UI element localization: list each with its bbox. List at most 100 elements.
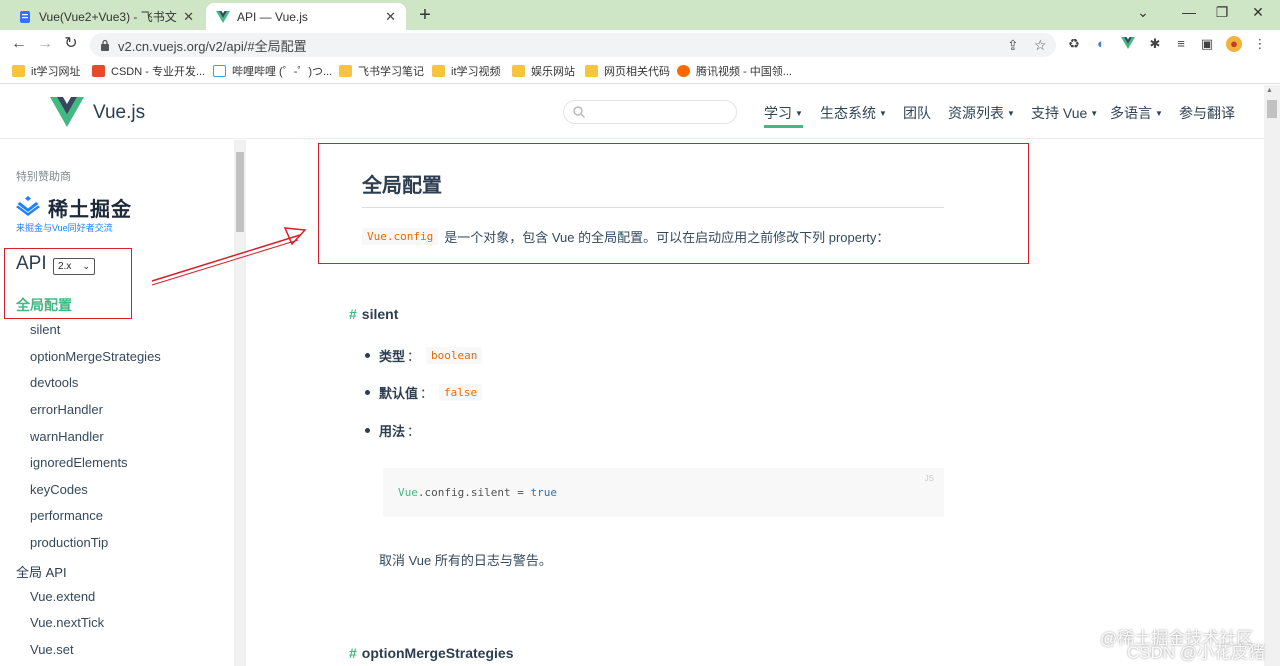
bilibili-icon	[213, 65, 226, 77]
page-scrollbar-thumb[interactable]	[1267, 100, 1277, 118]
sponsor-name[interactable]: 稀土掘金	[48, 193, 132, 222]
reading-list-icon[interactable]: ≡	[1173, 36, 1189, 52]
sponsor-label: 特别赞助商	[16, 171, 71, 183]
vue-logo-icon[interactable]	[50, 97, 84, 127]
chevron-down-icon: ▼	[1090, 109, 1099, 118]
watermark: CSDN @小花皮猪	[1127, 643, 1266, 662]
csdn-icon	[92, 65, 105, 77]
bookmark-item[interactable]: CSDN - 专业开发...	[92, 63, 205, 79]
sidebar-item-devtools[interactable]: devtools	[30, 375, 78, 390]
bookmark-item[interactable]: 飞书学习笔记	[339, 63, 424, 79]
folder-icon	[432, 65, 445, 77]
tab-title: Vue(Vue2+Vue3) - 飞书文档	[39, 10, 178, 24]
lock-icon	[101, 39, 109, 51]
sidebar-item-keycodes[interactable]: keyCodes	[30, 482, 88, 497]
inline-code: false	[439, 384, 483, 401]
bookmarks-bar: it学习网址 CSDN - 专业开发... 哔哩哔哩 (゜-゜)つ... 飞书学…	[0, 58, 1280, 84]
chevron-down-icon: ▼	[795, 109, 803, 118]
anchor-link[interactable]: #	[349, 306, 357, 322]
forward-icon[interactable]: →	[34, 34, 56, 54]
chevron-down-icon: ▼	[1155, 109, 1163, 118]
scroll-up-icon[interactable]: ▲	[1266, 87, 1273, 94]
search-icon	[573, 106, 586, 119]
back-icon[interactable]: ←	[8, 34, 30, 54]
new-tab-button[interactable]: +	[414, 4, 436, 27]
bookmark-item[interactable]: 网页相关代码	[585, 63, 670, 79]
sidebar-item-productiontip[interactable]: productionTip	[30, 535, 108, 550]
section-heading-silent: # silent	[349, 306, 399, 322]
sidebar-item-optionmergestrategies[interactable]: optionMergeStrategies	[30, 349, 161, 364]
extension-icon[interactable]: ◐	[1093, 36, 1109, 52]
annotation-arrow-icon	[151, 227, 307, 286]
nav-learn[interactable]: 学习 ▼	[764, 103, 803, 128]
bookmark-item[interactable]: 哔哩哔哩 (゜-゜)つ...	[213, 63, 332, 79]
code-line: Vue.config.silent = true	[398, 486, 557, 499]
vue-devtools-icon[interactable]	[1120, 36, 1136, 52]
nav-support[interactable]: 支持 Vue ▼	[1031, 103, 1098, 123]
sidebar-item-vue-set[interactable]: Vue.set	[30, 642, 74, 657]
tab-search-icon[interactable]: ⌄	[1128, 4, 1158, 21]
bookmark-item[interactable]: it学习视频	[432, 63, 501, 79]
bullet	[365, 428, 370, 433]
juejin-logo-icon[interactable]	[16, 196, 40, 216]
tab-vue-api[interactable]: API — Vue.js ✕	[206, 3, 406, 30]
maximize-button[interactable]: ❐	[1207, 4, 1237, 21]
puzzle-icon[interactable]: ✱	[1147, 36, 1163, 52]
chevron-down-icon: ▼	[1007, 109, 1015, 118]
nav-ecosystem[interactable]: 生态系统 ▼	[820, 103, 887, 123]
sidebar-item-vue-nexttick[interactable]: Vue.nextTick	[30, 615, 104, 630]
folder-icon	[339, 65, 352, 77]
bookmark-item[interactable]: 腾讯视频 - 中国领...	[677, 63, 792, 79]
vue-logo-icon	[216, 10, 230, 23]
chevron-down-icon: ▼	[879, 109, 887, 118]
bookmark-star-icon[interactable]: ☆	[1034, 37, 1047, 54]
site-brand[interactable]: Vue.js	[93, 102, 145, 124]
side-panel-icon[interactable]: ▣	[1199, 36, 1215, 52]
folder-icon	[12, 65, 25, 77]
browser-tab-bar: Vue(Vue2+Vue3) - 飞书文档 ✕ API — Vue.js ✕ +…	[0, 0, 1280, 30]
nav-languages[interactable]: 多语言 ▼	[1110, 103, 1163, 123]
anchor-link[interactable]: #	[349, 645, 357, 661]
bullet	[365, 390, 370, 395]
list-item-usage: 用法：	[365, 421, 426, 440]
sidebar-item-global-api[interactable]: 全局 API	[16, 562, 67, 581]
list-item-default: 默认值： false	[365, 383, 488, 402]
list-item-type: 类型： boolean	[365, 346, 488, 365]
nav-team[interactable]: 团队	[903, 103, 931, 123]
reload-icon[interactable]: ↻	[60, 34, 82, 54]
tab-feishu-doc[interactable]: Vue(Vue2+Vue3) - 飞书文档 ✕	[8, 3, 204, 30]
url-text: v2.cn.vuejs.org/v2/api/#全局配置	[118, 38, 307, 54]
avatar[interactable]: ●	[1226, 36, 1242, 52]
close-icon[interactable]: ✕	[183, 9, 194, 25]
annotation-box-sidebar	[4, 248, 132, 319]
sidebar-item-silent[interactable]: silent	[30, 322, 60, 337]
sidebar-item-errorhandler[interactable]: errorHandler	[30, 402, 103, 417]
doc-icon	[20, 10, 30, 23]
silent-description: 取消 Vue 所有的日志与警告。	[379, 553, 552, 568]
folder-icon	[585, 65, 598, 77]
sidebar-item-ignoredelements[interactable]: ignoredElements	[30, 455, 128, 470]
page-scrollbar[interactable]	[1264, 85, 1280, 666]
menu-icon[interactable]: ⋮	[1252, 36, 1268, 52]
sidebar-item-vue-extend[interactable]: Vue.extend	[30, 589, 95, 604]
sponsor-tagline[interactable]: 来掘金与Vue同好者交流	[16, 221, 113, 234]
sidebar-item-performance[interactable]: performance	[30, 508, 103, 523]
bookmark-item[interactable]: 娱乐网站	[512, 63, 575, 79]
site-header: Vue.js 学习 ▼ 生态系统 ▼ 团队 资源列表 ▼ 支持 Vue ▼ 多语言 ▼ 参…	[0, 85, 1264, 139]
close-icon[interactable]: ✕	[385, 9, 396, 25]
section-heading-optionmergestrategies: # optionMergeStrategies	[349, 645, 514, 661]
nav-translate[interactable]: 参与翻译	[1179, 103, 1235, 123]
tencent-video-icon	[677, 65, 690, 77]
address-bar[interactable]: v2.cn.vuejs.org/v2/api/#全局配置 ⇪ ☆	[90, 33, 1056, 57]
search-input[interactable]	[563, 100, 737, 124]
close-window-button[interactable]: ✕	[1243, 4, 1273, 21]
tab-title: API — Vue.js	[237, 9, 308, 24]
sidebar-item-warnhandler[interactable]: warnHandler	[30, 429, 104, 444]
code-block: JS Vue.config.silent = true	[383, 468, 944, 517]
minimize-button[interactable]: —	[1174, 4, 1204, 20]
inline-code: boolean	[426, 347, 483, 364]
share-icon[interactable]: ⇪	[1007, 37, 1019, 54]
recycle-extension-icon[interactable]: ♻	[1066, 36, 1082, 52]
bookmark-item[interactable]: it学习网址	[12, 63, 81, 79]
nav-resources[interactable]: 资源列表 ▼	[948, 103, 1015, 123]
